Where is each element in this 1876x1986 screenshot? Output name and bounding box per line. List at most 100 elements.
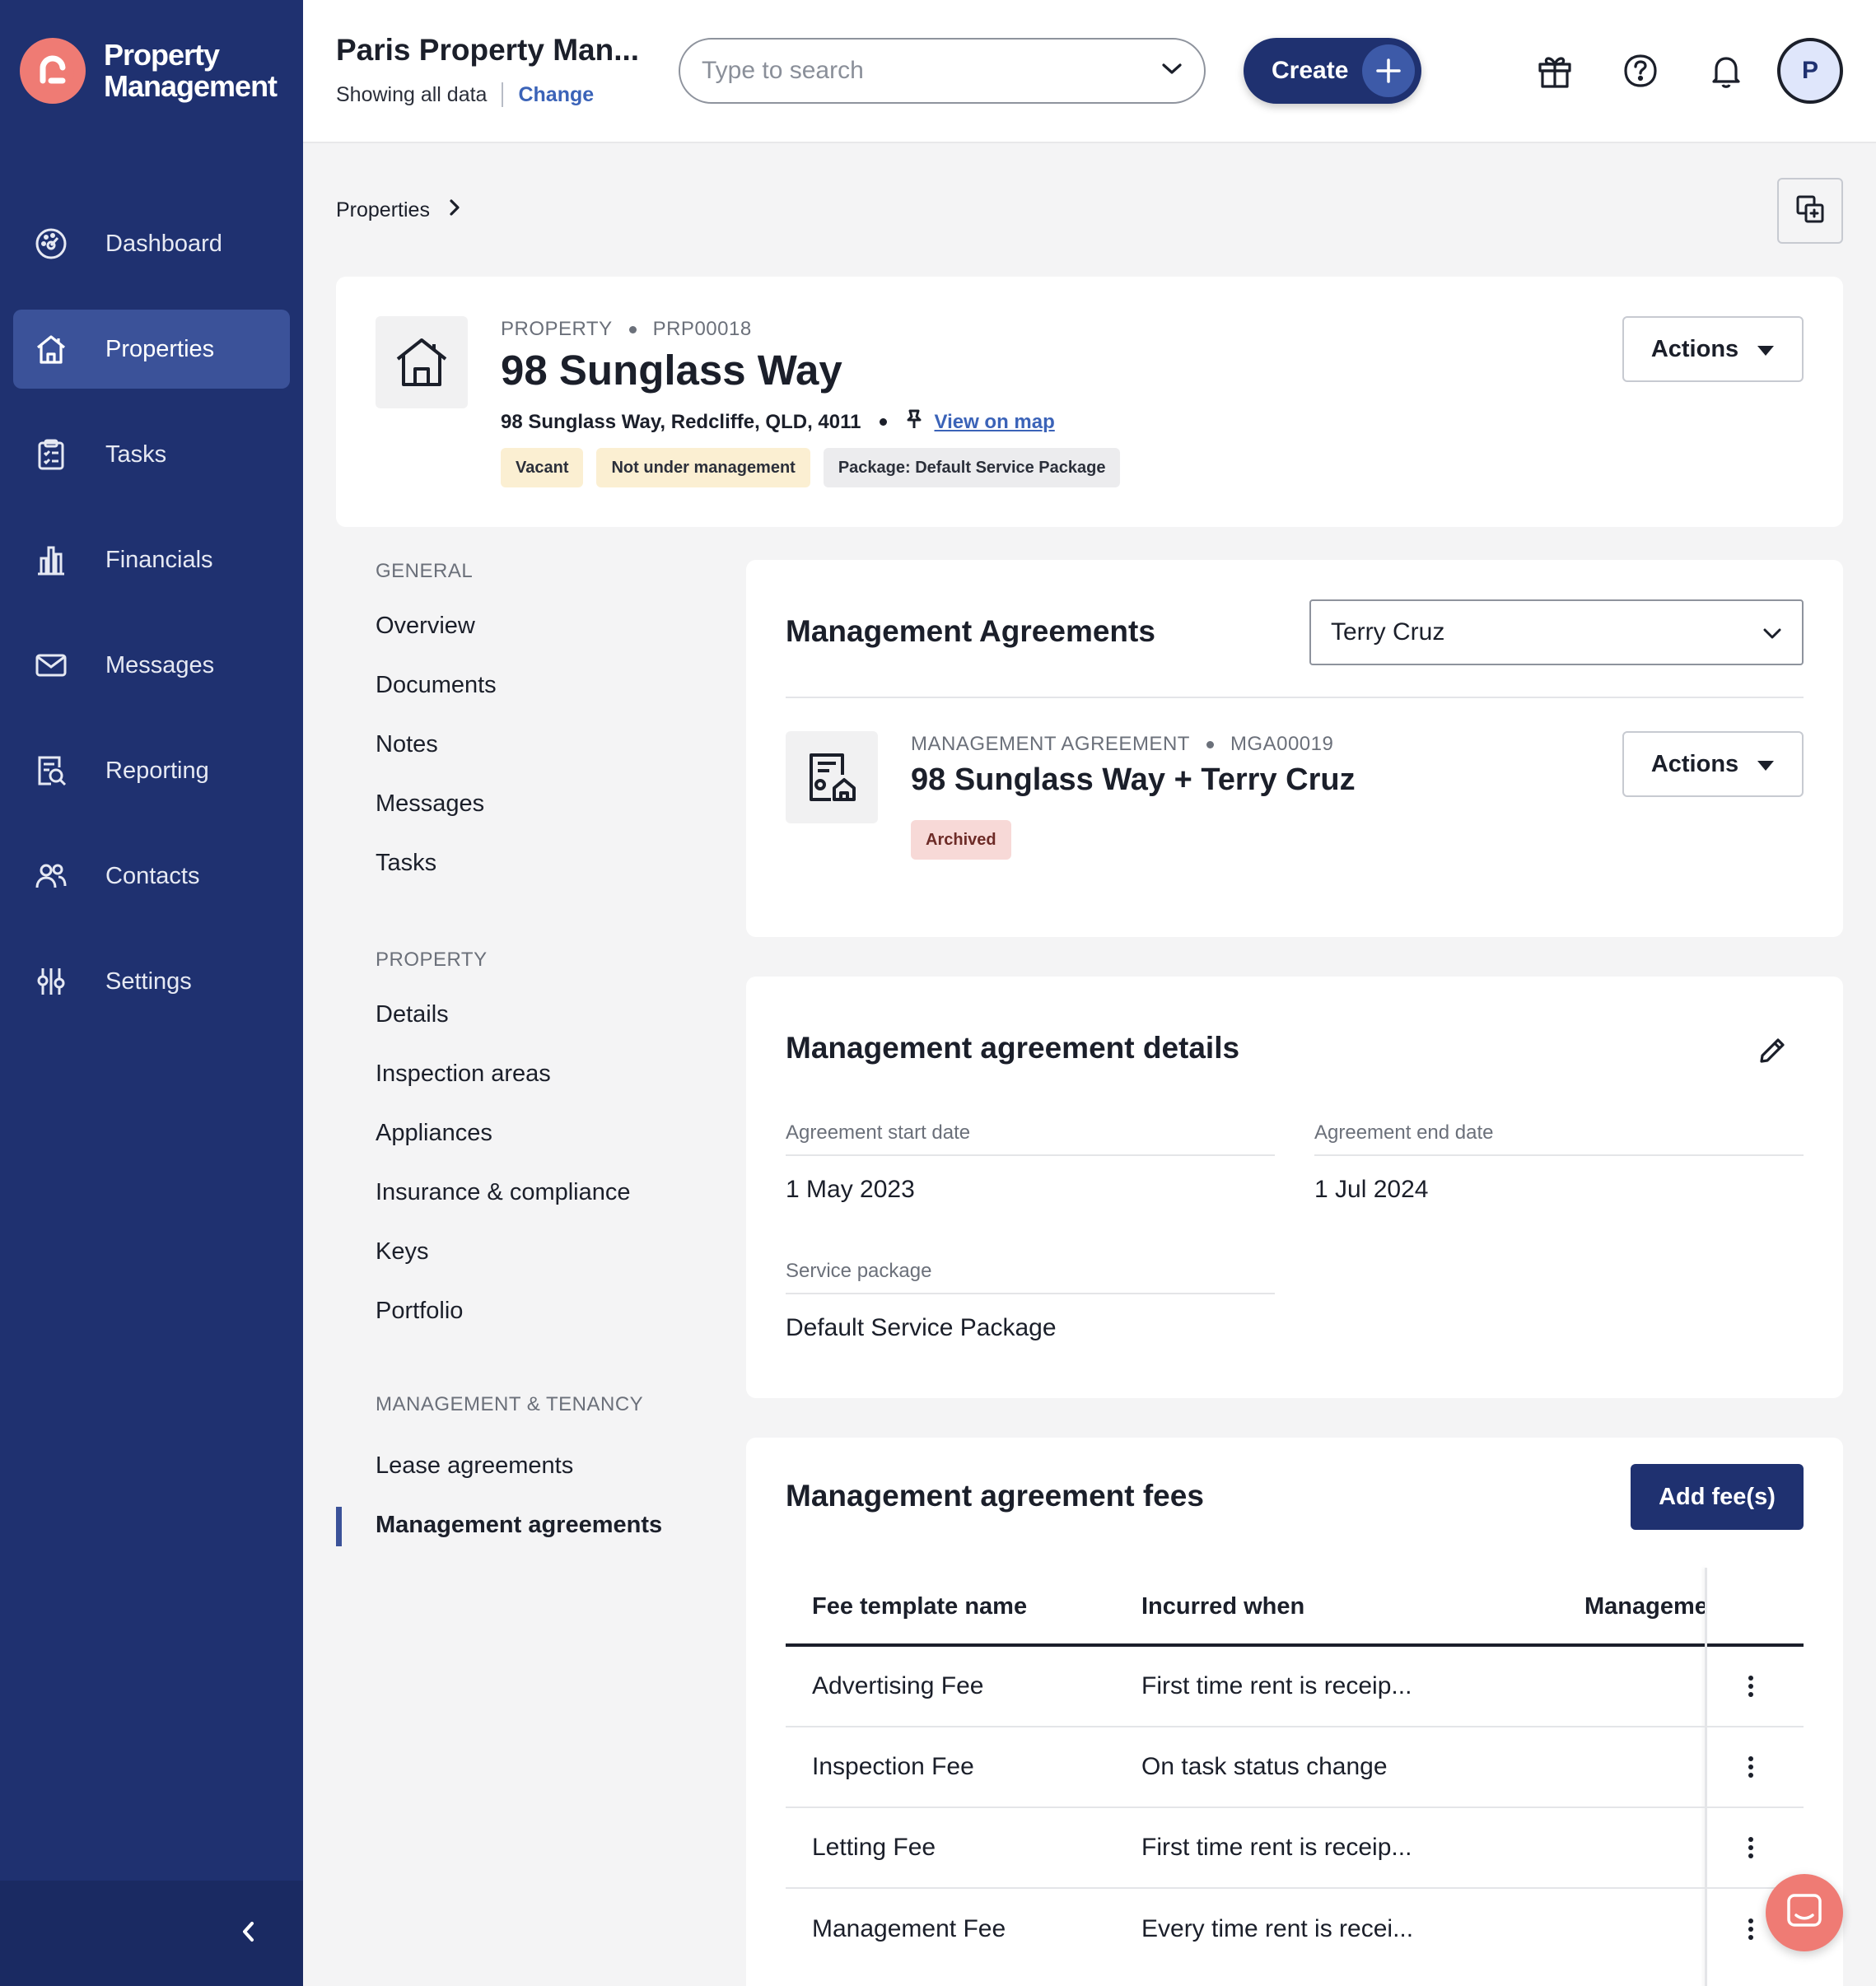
chevron-down-icon[interactable] [1161, 63, 1183, 80]
column-header[interactable]: Fee template name [812, 1593, 1027, 1620]
nav-label: Dashboard [105, 230, 222, 257]
property-title: 98 Sunglass Way [501, 347, 842, 394]
fee-name: Advertising Fee [812, 1672, 984, 1699]
section-title: Management Agreements [786, 614, 1155, 648]
plus-icon [1362, 44, 1415, 97]
subnav-item-notes[interactable]: Notes [336, 715, 698, 774]
more-vertical-icon[interactable] [1738, 1667, 1764, 1706]
pencil-icon[interactable] [1754, 1033, 1790, 1069]
service-package-value: Default Service Package [786, 1314, 1057, 1341]
actions-label: Actions [1650, 335, 1739, 362]
sidebar-collapse-button[interactable] [0, 1881, 303, 1986]
table-row[interactable]: Letting Fee First time rent is receip... [786, 1808, 1804, 1889]
property-address-row: 98 Sunglass Way, Redcliffe, QLD, 4011 Vi… [501, 408, 1055, 436]
dashboard-icon [33, 226, 69, 262]
column-header[interactable]: Incurred when [1141, 1593, 1304, 1620]
sidebar: Property Management Dashboard Properties… [0, 0, 303, 1986]
logo-icon [20, 38, 86, 104]
nav-label: Messages [105, 651, 215, 678]
copy-icon [1795, 194, 1825, 228]
subnav-item-keys[interactable]: Keys [336, 1222, 698, 1281]
caret-down-icon [1757, 336, 1775, 363]
create-button[interactable]: Create [1244, 38, 1421, 104]
help-icon[interactable] [1619, 49, 1662, 92]
report-search-icon [33, 753, 69, 789]
nav-label: Settings [105, 967, 192, 995]
nav-label: Tasks [105, 441, 167, 468]
app-logo[interactable]: Property Management [20, 38, 278, 104]
subnav-item-inspection-areas[interactable]: Inspection areas [336, 1044, 698, 1103]
column-header[interactable]: Manageme [1584, 1593, 1705, 1620]
management-agreements-card: Management Agreements Terry Cruz MANAGEM… [746, 560, 1843, 937]
table-row[interactable]: Advertising Fee First time rent is recei… [786, 1647, 1804, 1727]
more-vertical-icon[interactable] [1738, 1828, 1764, 1867]
subnav-item-insurance[interactable]: Insurance & compliance [336, 1163, 698, 1222]
duplicate-button[interactable] [1777, 178, 1843, 244]
subnav-item-overview[interactable]: Overview [336, 596, 698, 655]
bell-icon[interactable] [1705, 49, 1748, 92]
subnav-item-messages[interactable]: Messages [336, 774, 698, 833]
section-title: Management agreement fees [786, 1479, 1204, 1513]
subnav-item-documents[interactable]: Documents [336, 655, 698, 715]
gift-icon[interactable] [1533, 49, 1576, 92]
more-vertical-icon[interactable] [1738, 1747, 1764, 1787]
nav-item-contacts[interactable]: Contacts [13, 837, 290, 916]
property-subnav: GENERAL Overview Documents Notes Message… [336, 560, 698, 1555]
create-label: Create [1272, 57, 1349, 84]
fee-name: Inspection Fee [812, 1753, 974, 1780]
nav-item-dashboard[interactable]: Dashboard [13, 204, 290, 283]
view-on-map-link[interactable]: View on map [935, 411, 1055, 434]
owner-select[interactable]: Terry Cruz [1309, 599, 1804, 665]
logo-text: Property Management [104, 38, 278, 103]
owner-select-value: Terry Cruz [1331, 618, 1445, 646]
data-scope-label: Showing all data [336, 82, 488, 106]
agreement-actions-button[interactable]: Actions [1622, 731, 1804, 797]
agreement-title[interactable]: 98 Sunglass Way + Terry Cruz [911, 762, 1356, 798]
end-date-value: 1 Jul 2024 [1314, 1176, 1429, 1203]
start-date-label: Agreement start date [786, 1121, 1275, 1156]
subnav-item-portfolio[interactable]: Portfolio [336, 1281, 698, 1340]
subnav-group-title: PROPERTY [376, 949, 488, 971]
nav-item-settings[interactable]: Settings [13, 942, 290, 1021]
clipboard-icon [33, 436, 69, 473]
divider [786, 697, 1804, 698]
separator-dot [1206, 740, 1214, 748]
nav-item-reporting[interactable]: Reporting [13, 731, 290, 810]
change-scope-link[interactable]: Change [518, 83, 594, 107]
subnav-item-details[interactable]: Details [336, 985, 698, 1044]
start-date-value: 1 May 2023 [786, 1176, 915, 1203]
property-type-label: PROPERTY [501, 318, 613, 340]
chat-icon [1785, 1892, 1823, 1934]
agreement-type-label: MANAGEMENT AGREEMENT [911, 733, 1190, 755]
home-icon [33, 331, 69, 367]
nav-item-messages[interactable]: Messages [13, 626, 290, 705]
chat-launcher-button[interactable] [1766, 1874, 1843, 1951]
global-search[interactable] [679, 38, 1206, 104]
nav-item-properties[interactable]: Properties [13, 310, 290, 389]
sliders-icon [33, 963, 69, 1000]
add-fees-button[interactable]: Add fee(s) [1631, 1464, 1804, 1530]
subnav-item-tasks[interactable]: Tasks [336, 833, 698, 893]
table-row[interactable]: Management Fee Every time rent is recei.… [786, 1889, 1804, 1970]
user-avatar[interactable]: P [1777, 38, 1843, 104]
search-input[interactable] [702, 57, 1130, 85]
property-header-card: PROPERTY PRP00018 98 Sunglass Way 98 Sun… [336, 277, 1843, 527]
subnav-item-management-agreements[interactable]: Management agreements [336, 1495, 698, 1555]
breadcrumb-properties[interactable]: Properties [336, 198, 430, 222]
table-row[interactable]: Inspection Fee On task status change [786, 1727, 1804, 1808]
more-vertical-icon[interactable] [1738, 1909, 1764, 1949]
subnav-item-appliances[interactable]: Appliances [336, 1103, 698, 1163]
chevron-down-icon [1762, 618, 1782, 646]
subnav-group-title: MANAGEMENT & TENANCY [376, 1393, 644, 1415]
status-badge: Vacant [501, 448, 584, 487]
nav-label: Properties [105, 335, 215, 362]
nav-item-financials[interactable]: Financials [13, 520, 290, 599]
divider [502, 82, 504, 107]
fee-name: Letting Fee [812, 1834, 936, 1861]
nav-item-tasks[interactable]: Tasks [13, 415, 290, 494]
property-house-icon [376, 316, 468, 408]
subnav-item-lease-agreements[interactable]: Lease agreements [336, 1436, 698, 1495]
property-actions-button[interactable]: Actions [1622, 316, 1804, 382]
org-subtitle: Showing all data Change [336, 82, 594, 107]
subnav-group-title: GENERAL [376, 560, 474, 582]
